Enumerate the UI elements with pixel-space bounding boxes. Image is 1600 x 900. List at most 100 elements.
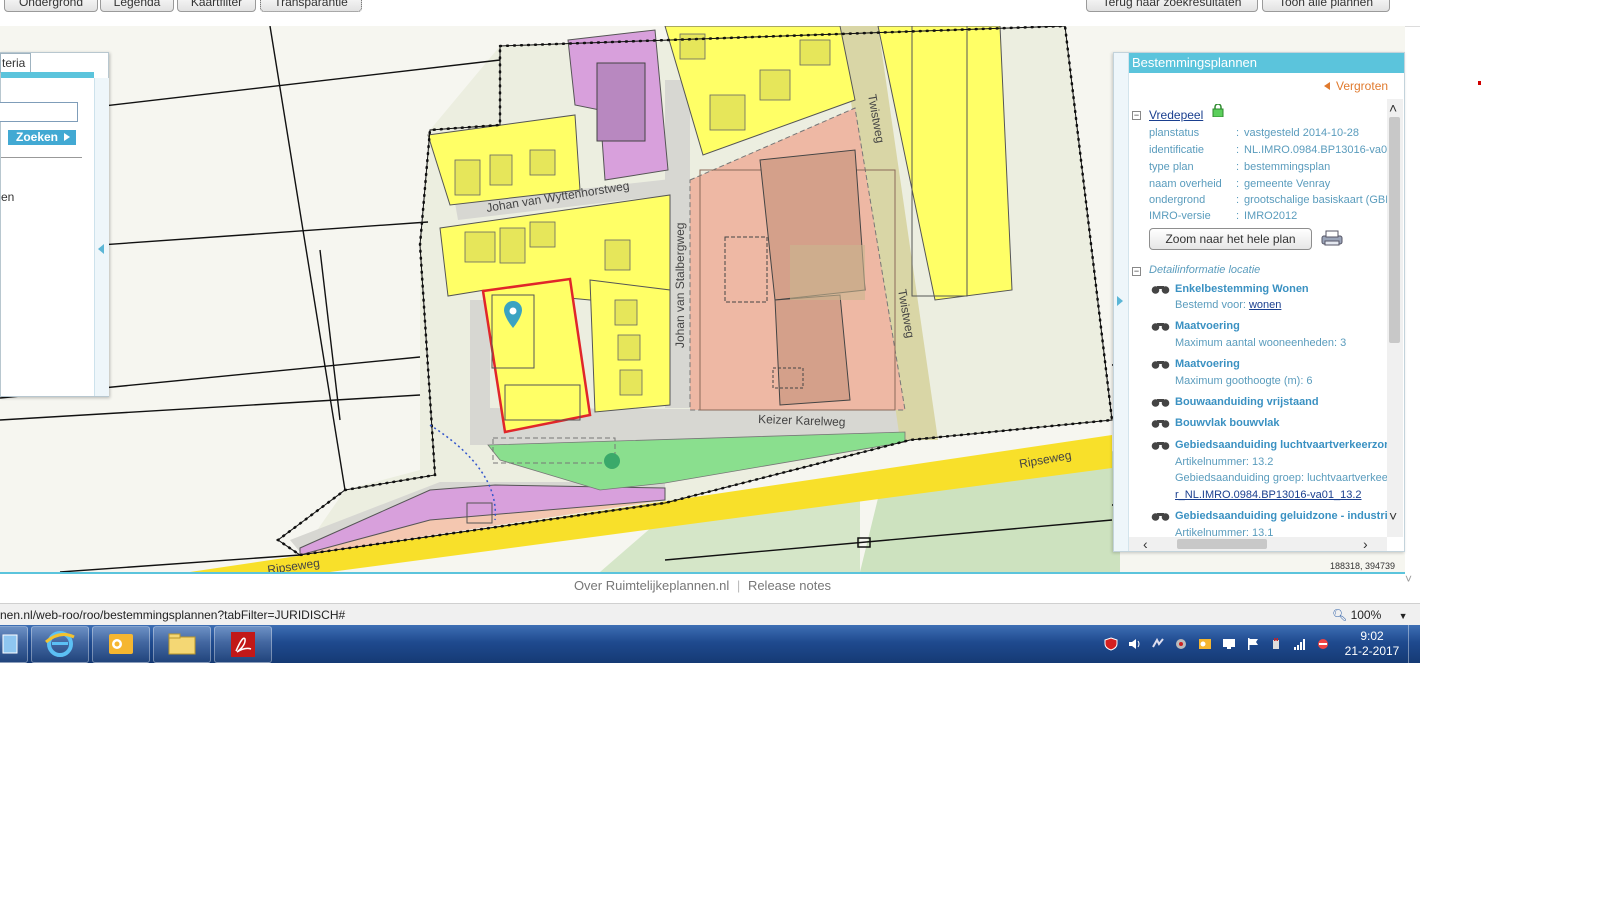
detail-title[interactable]: Bouwvlak bouwvlak: [1175, 417, 1280, 429]
meta-colon: :: [1236, 178, 1240, 190]
zoom-control[interactable]: 🔍︎ 100% ▼: [1332, 604, 1408, 627]
panel-text: en: [1, 190, 15, 204]
system-clock[interactable]: 9:02 21-2-2017: [1340, 629, 1404, 659]
clock-time: 9:02: [1360, 629, 1384, 643]
enlarge-label: Vergroten: [1336, 79, 1389, 93]
chevron-right-icon[interactable]: ›: [1363, 537, 1368, 551]
binoculars-icon: [1151, 420, 1170, 428]
ondergrond-button[interactable]: Ondergrond: [4, 0, 98, 12]
meta-colon: :: [1236, 210, 1240, 222]
collapse-plan-toggle[interactable]: −: [1132, 111, 1141, 120]
about-link[interactable]: Over Ruimtelijkeplannen.nl: [574, 578, 729, 593]
map-coordinates: 188318, 394739: [1330, 561, 1396, 571]
browser-status-bar: nen.nl/web-roo/roo/bestemmingsplannen?ta…: [0, 603, 1420, 626]
street-label: Johan van Stalbergweg: [673, 223, 687, 348]
divider: [1, 157, 82, 158]
explorer-icon[interactable]: [0, 626, 28, 663]
clock-date: 21-2-2017: [1344, 644, 1400, 658]
outlook-tray-icon[interactable]: [1198, 637, 1212, 651]
show-all-plans-button[interactable]: Toon alle plannen: [1262, 0, 1390, 12]
kaartfilter-button[interactable]: Kaartfilter: [177, 0, 256, 12]
binoculars-icon: [1151, 399, 1170, 407]
signal-icon[interactable]: [1293, 637, 1307, 651]
arrow-right-icon: [1117, 296, 1123, 306]
arrow-left-icon: [1324, 82, 1330, 90]
meta-colon: :: [1236, 194, 1240, 206]
chevron-left-icon[interactable]: ‹: [1143, 537, 1148, 551]
display-icon[interactable]: [1222, 637, 1236, 651]
map-toolbar: Ondergrond Legenda Kaartfilter Transpara…: [0, 0, 1420, 27]
page-footer: Over Ruimtelijkeplannen.nl | Release not…: [0, 574, 1405, 598]
detail-title[interactable]: Gebiedsaanduiding luchtvaartverkeerzone: [1175, 439, 1387, 451]
collapse-detail-toggle[interactable]: −: [1132, 267, 1141, 276]
binoculars-icon: [1151, 361, 1170, 369]
chevron-down-icon[interactable]: ˅: [1405, 572, 1412, 586]
meta-value: vastgesteld 2014-10-28: [1244, 127, 1359, 139]
outlook-icon[interactable]: [92, 626, 150, 663]
windows-explorer-icon[interactable]: [153, 626, 211, 663]
chevron-up-icon[interactable]: ˄: [1389, 101, 1397, 115]
chevron-down-icon[interactable]: ˅: [1389, 509, 1397, 523]
vertical-scrollbar[interactable]: ˄ ˅: [1387, 99, 1403, 537]
collapse-left-panel-button[interactable]: [94, 78, 109, 396]
detail-title[interactable]: Enkelbestemming Wonen: [1175, 283, 1309, 295]
transparantie-button[interactable]: Transparantie: [260, 0, 362, 12]
status-url: nen.nl/web-roo/roo/bestemmingsplannen?ta…: [0, 608, 346, 622]
detail-sub: Gebiedsaanduiding groep: luchtvaartverke…: [1175, 472, 1387, 484]
meta-key: naam overheid: [1149, 178, 1222, 190]
detail-title[interactable]: Gebiedsaanduiding geluidzone - industrie: [1175, 510, 1387, 522]
detail-sub: Artikelnummer: 13.1: [1175, 527, 1274, 537]
search-button[interactable]: Zoeken: [8, 130, 76, 145]
search-input[interactable]: [0, 102, 78, 122]
meta-key: ondergrond: [1149, 194, 1206, 206]
scroll-thumb[interactable]: [1389, 117, 1400, 343]
release-notes-link[interactable]: Release notes: [748, 578, 831, 593]
chevron-down-icon[interactable]: ▼: [1399, 611, 1408, 621]
network-warning-icon[interactable]: [1316, 637, 1330, 651]
lock-icon: [1212, 104, 1224, 117]
meta-key: planstatus: [1149, 127, 1200, 139]
meta-value: grootschalige basiskaart (GBKN): [1244, 194, 1387, 206]
meta-colon: :: [1236, 127, 1240, 139]
internet-explorer-icon[interactable]: [31, 626, 89, 663]
text-link[interactable]: r_NL.IMRO.0984.BP13016-va01_13.2: [1175, 489, 1362, 501]
meta-colon: :: [1236, 161, 1240, 173]
meta-value: bestemmingsplan: [1244, 161, 1331, 173]
collapse-right-panel-button[interactable]: [1114, 53, 1129, 551]
detail-title[interactable]: Bouwaanduiding vrijstaand: [1175, 396, 1319, 408]
tab-zoekcriteria[interactable]: teria: [0, 53, 31, 73]
search-panel: teria Zoeken en: [0, 52, 109, 397]
panel-title: Bestemmingsplannen: [1129, 53, 1404, 73]
binoculars-icon: [1151, 323, 1170, 331]
meta-key: identificatie: [1149, 144, 1205, 156]
adobe-reader-icon[interactable]: [214, 626, 272, 663]
antivirus-icon[interactable]: [1174, 637, 1188, 651]
detail-sub: Artikelnummer: 13.2: [1175, 456, 1274, 468]
printer-icon[interactable]: [1320, 229, 1344, 247]
detail-sub-label: Bestemd voor:: [1175, 299, 1249, 311]
detail-title[interactable]: Maatvoering: [1175, 320, 1240, 332]
scroll-thumb[interactable]: [1177, 539, 1267, 549]
legenda-button[interactable]: Legenda: [100, 0, 174, 12]
detail-sub: Bestemd voor: wonen: [1175, 299, 1281, 311]
bestemmingsplannen-panel: Bestemmingsplannen Vergroten − Vredepeel…: [1113, 52, 1405, 552]
plan-name-link[interactable]: Vredepeel: [1149, 108, 1203, 122]
magnifier-icon: 🔍︎: [1332, 608, 1348, 622]
detail-sub: Maximum goothoogte (m): 6: [1175, 375, 1313, 387]
shield-icon[interactable]: [1104, 637, 1118, 651]
action-center-flag-icon[interactable]: [1246, 637, 1260, 651]
enlarge-link[interactable]: Vergroten: [1324, 79, 1388, 93]
power-icon[interactable]: [1269, 637, 1283, 651]
cursor-mark: [1478, 81, 1481, 85]
horizontal-scrollbar[interactable]: ‹ ›: [1129, 537, 1387, 551]
network-tools-icon[interactable]: [1151, 637, 1165, 651]
back-to-results-button[interactable]: Terug naar zoekresultaten: [1086, 0, 1258, 12]
zoom-to-plan-button[interactable]: Zoom naar het hele plan: [1149, 228, 1312, 250]
volume-icon[interactable]: [1127, 637, 1141, 651]
wonen-link[interactable]: wonen: [1249, 299, 1281, 311]
meta-value: NL.IMRO.0984.BP13016-va01: [1244, 144, 1387, 156]
detail-title[interactable]: Maatvoering: [1175, 358, 1240, 370]
binoculars-icon: [1151, 513, 1170, 521]
show-desktop-button[interactable]: [1408, 625, 1421, 663]
zoom-value: 100%: [1350, 608, 1382, 622]
